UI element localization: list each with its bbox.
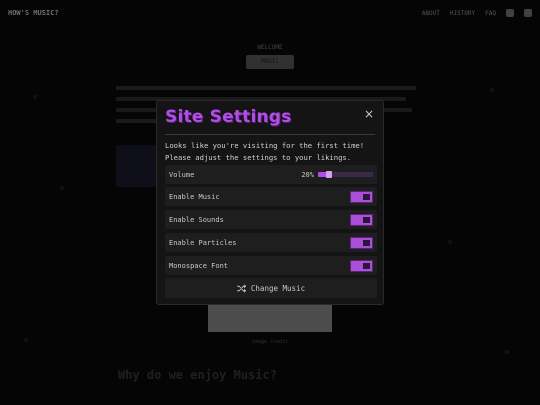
intro-text: Looks like you're visiting for the first… — [165, 140, 377, 164]
toggle-knob — [363, 193, 370, 200]
close-button[interactable]: × — [364, 108, 374, 120]
volume-slider-handle[interactable] — [326, 171, 332, 178]
volume-label: Volume — [169, 170, 195, 179]
change-music-label: Change Music — [250, 283, 306, 293]
setting-label-monospace-font: Monospace Font — [169, 261, 229, 270]
monospace-font-toggle[interactable] — [350, 259, 373, 272]
change-music-button[interactable]: Change Music — [165, 278, 377, 298]
setting-row-enable-particles: Enable Particles — [165, 233, 377, 252]
site-settings-modal: Site Settings × Looks like you're visiti… — [156, 100, 384, 305]
title-divider — [165, 134, 375, 135]
volume-value: 20% — [301, 170, 314, 179]
enable-music-toggle[interactable] — [350, 190, 373, 203]
setting-row-enable-music: Enable Music — [165, 187, 377, 206]
setting-label-enable-music: Enable Music — [169, 192, 220, 201]
toggle-knob — [363, 239, 370, 246]
volume-slider[interactable] — [318, 171, 373, 178]
enable-sounds-toggle[interactable] — [350, 213, 373, 226]
shuffle-icon — [237, 284, 246, 293]
intro-line-1: Looks like you're visiting for the first… — [165, 141, 365, 150]
enable-particles-toggle[interactable] — [350, 236, 373, 249]
setting-label-enable-particles: Enable Particles — [169, 238, 237, 247]
setting-row-monospace-font: Monospace Font — [165, 256, 377, 275]
modal-title: Site Settings — [165, 107, 292, 127]
setting-row-enable-sounds: Enable Sounds — [165, 210, 377, 229]
setting-label-enable-sounds: Enable Sounds — [169, 215, 224, 224]
volume-row: Volume 20% — [165, 165, 377, 184]
toggle-knob — [363, 216, 370, 223]
toggle-knob — [363, 262, 370, 269]
intro-line-2: Please adjust the settings to your likin… — [165, 153, 352, 162]
